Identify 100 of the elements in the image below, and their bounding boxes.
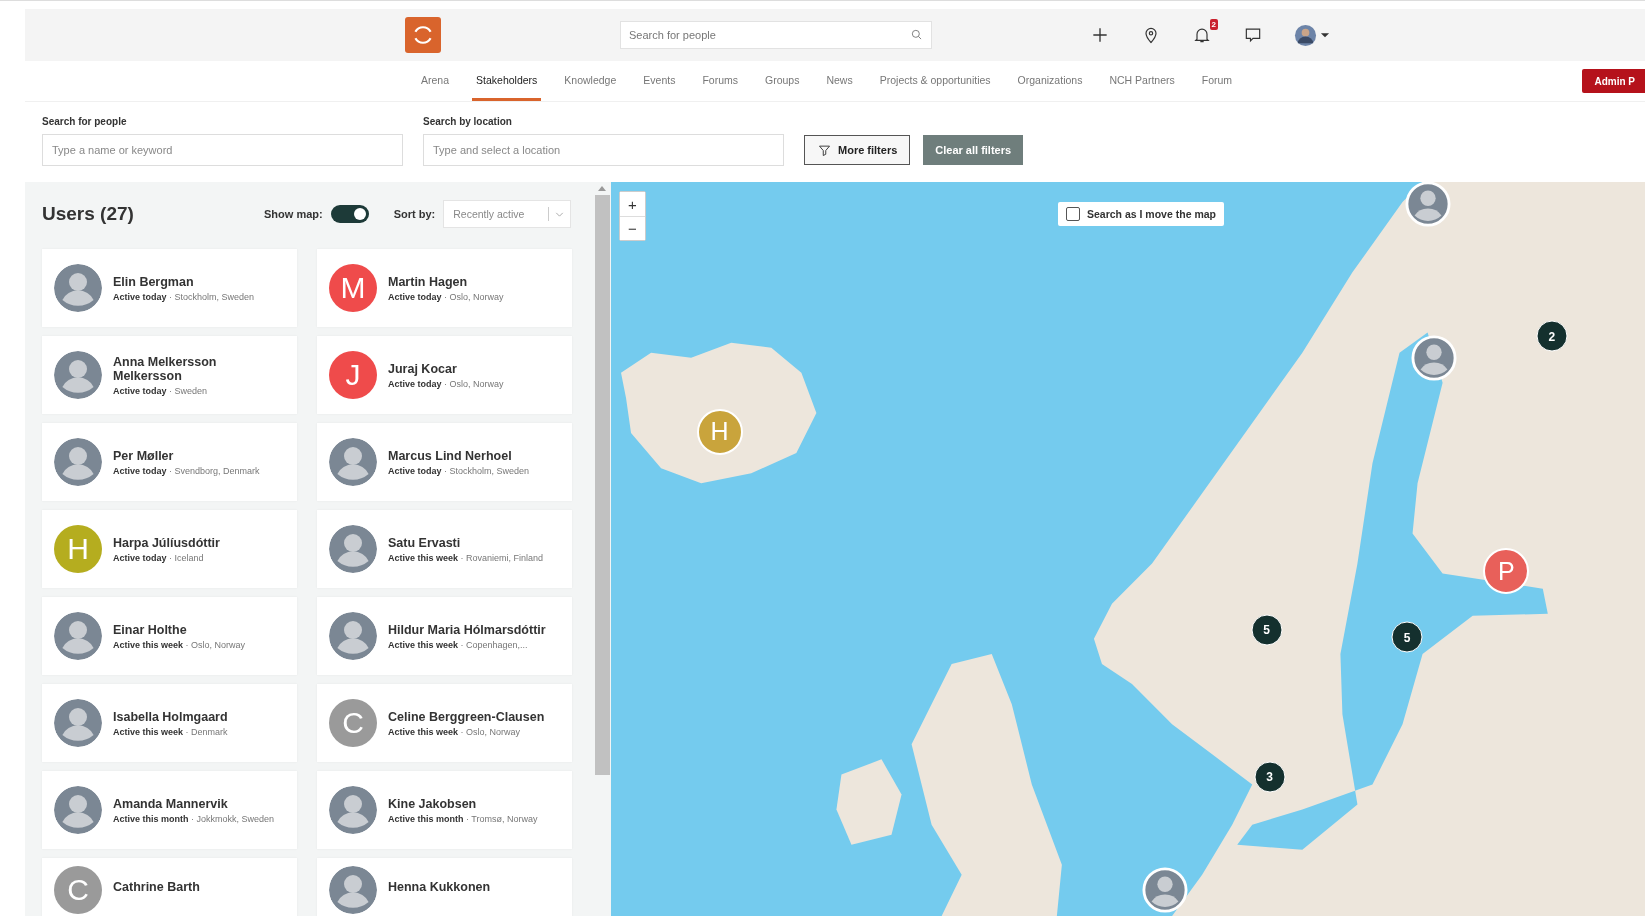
avatar-silhouette [329,438,377,486]
user-name: Harpa Júlíusdóttir [113,535,220,550]
nav-tab[interactable]: News [822,61,857,101]
avatar-initial: H [54,525,102,573]
user-name: Anna Melkersson Melkersson [113,354,218,383]
input-field[interactable]: Type and select a location [423,134,784,166]
user-status: Active this month · Tromsø, Norway [388,813,538,824]
search-field[interactable]: Search for people [620,21,932,49]
user-card[interactable]: H Harpa Júlíusdóttir Active today · Iceland [42,510,297,588]
user-photo-marker[interactable] [1142,867,1189,914]
avatar-silhouette [329,525,377,573]
avatar-silhouette [329,866,377,914]
user-name: Satu Ervasti [388,535,462,550]
avatar-silhouette [54,786,102,834]
sort-label: Sort by: [393,208,436,220]
search-as-move-checkbox[interactable]: Search as I move the map [1058,202,1224,226]
nav-tab[interactable]: NCH Partners [1105,61,1179,101]
user-name: Isabella Holmgaard [113,709,228,724]
avatar-silhouette [54,438,102,486]
nav-tab[interactable]: Arena [417,61,454,101]
field-label: Search by location [423,116,513,127]
user-card[interactable]: Henna Kukkonen [317,858,572,916]
avatar-silhouette [329,786,377,834]
clear-filters-button[interactable]: Clear all filters [923,135,1024,165]
user-status: Active today · Oslo, Norway [388,291,504,302]
user-photo-marker[interactable] [1411,335,1458,382]
sort-dropdown[interactable]: Recently active [443,200,572,228]
input-field[interactable]: Type a name or keyword [42,134,403,166]
user-status: Active today · Svendborg, Denmark [113,465,260,476]
user-status: Active this week · Oslo, Norway [388,726,522,737]
checkbox[interactable] [1066,207,1080,221]
user-name: Juraj Kocar [388,361,458,376]
user-card[interactable]: Hildur Maria Hólmarsdóttir Active this week · Copenhagen,... [317,597,572,675]
user-name: Amanda Mannervik [113,796,229,811]
user-name: Hildur Maria Hólmarsdóttir [388,622,546,637]
user-name: Kine Jakobsen [388,796,478,811]
search-icon [910,28,924,42]
user-status: Active today · Sweden [113,385,209,396]
nav-tab[interactable]: Stakeholders [472,61,542,101]
user-card[interactable]: Anna Melkersson Melkersson Active today · Sweden [42,336,297,414]
user-card[interactable]: C Cathrine Barth [42,858,297,916]
nav-tab[interactable]: Groups [761,61,804,101]
user-status: Active today · Iceland [113,552,205,563]
user-status: Active this week · Rovaniemi, Finland [388,552,544,563]
checkbox-label: Search as I move the map [1087,208,1216,220]
user-status: Active this week · Oslo, Norway [113,639,246,650]
user-card[interactable]: J Juraj Kocar Active today · Oslo, Norway [317,336,572,414]
show-map-toggle[interactable] [330,205,369,223]
user-card[interactable]: Kine Jakobsen Active this month · Tromsø, Norway [317,771,572,849]
user-card[interactable]: Per Møller Active today · Svendborg, Denmark [42,423,297,501]
user-status: Active this month · Jokkmokk, Sweden [113,813,275,824]
user-photo-marker[interactable] [1404,182,1451,227]
nav-tab[interactable]: Organizations [1013,61,1087,101]
scrollbar-thumb[interactable] [594,195,610,775]
user-card[interactable]: Elin Bergman Active today · Stockholm, Sweden [42,249,297,327]
nav-tab[interactable]: Forums [698,61,742,101]
show-map-label: Show map: [264,208,323,220]
admin-button[interactable]: Admin P [1582,69,1645,93]
avatar-initial: C [329,699,377,747]
filter-icon [817,142,832,158]
user-status: Active today · Oslo, Norway [388,378,504,389]
logo[interactable] [405,17,441,53]
notification-badge: 2 [1209,19,1218,30]
plus-icon[interactable] [1090,25,1110,45]
user-name: Einar Holthe [113,622,188,637]
nav-tab[interactable]: Knowledge [560,61,621,101]
nav-tab[interactable]: Projects & opportunities [875,61,995,101]
user-card[interactable]: Isabella Holmgaard Active this week · Denmark [42,684,297,762]
user-name: Celine Berggreen-Clausen [388,709,545,724]
field-label: Search for people [42,116,128,127]
user-name: Henna Kukkonen [388,880,491,894]
profile-avatar[interactable] [1294,23,1332,47]
user-card[interactable]: Einar Holthe Active this week · Oslo, Norway [42,597,297,675]
more-filters-button[interactable]: More filters [804,135,911,165]
nav-tab[interactable]: Forum [1197,61,1237,101]
nav-tab[interactable]: Events [639,61,680,101]
avatar-icon [1294,23,1317,47]
user-name: Marcus Lind Nerhoel [388,448,513,463]
map[interactable]: + − Search as I move the map 2 H P 5 5 3 [611,182,1645,916]
user-name: Per Møller [113,448,175,463]
avatar-silhouette [329,612,377,660]
avatar-initial: M [329,264,377,312]
avatar-initial: C [54,866,102,914]
user-card[interactable]: C Celine Berggreen-Clausen Active this week · Oslo, Norway [317,684,572,762]
avatar-silhouette [54,351,102,399]
user-card[interactable]: Marcus Lind Nerhoel Active today · Stockholm, Sweden [317,423,572,501]
avatar-silhouette [54,612,102,660]
user-status: Active today · Stockholm, Sweden [113,291,255,302]
avatar-silhouette [54,264,102,312]
user-status: Active today · Stockholm, Sweden [388,465,530,476]
avatar-initial: J [329,351,377,399]
zoom-out-button[interactable]: − [620,216,645,240]
user-name: Elin Bergman [113,274,195,289]
users-heading: Users (27) [42,203,135,225]
user-status: Active this week · Denmark [113,726,228,737]
user-status: Active this week · Copenhagen,... [388,639,529,650]
user-card[interactable]: M Martin Hagen Active today · Oslo, Norway [317,249,572,327]
user-card[interactable]: Satu Ervasti Active this week · Rovaniemi, Finland [317,510,572,588]
user-name: Cathrine Barth [113,880,200,894]
user-card[interactable]: Amanda Mannervik Active this month · Jokkmokk, Sweden [42,771,297,849]
